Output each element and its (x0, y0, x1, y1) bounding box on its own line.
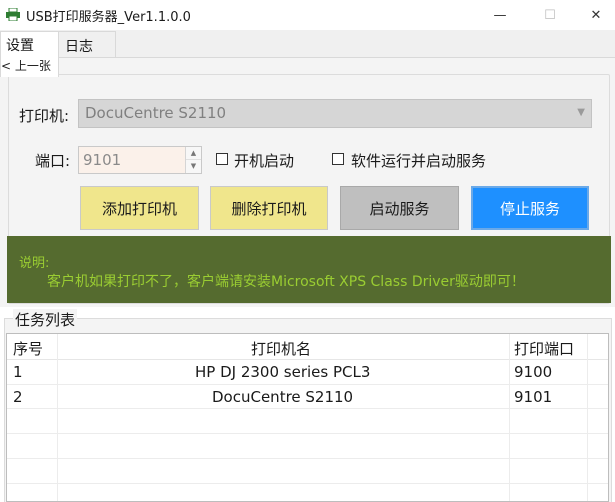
task-grid[interactable]: 序号 打印机名 打印端口 1 HP DJ 2300 series PCL3 91… (6, 333, 609, 502)
prev-item[interactable]: < 上一张 (1, 57, 51, 74)
row-divider (7, 384, 608, 385)
tab-log[interactable]: 日志 (58, 31, 116, 58)
tab-settings-label: 设置 (6, 38, 34, 54)
spin-down-icon[interactable]: ▼ (186, 160, 201, 173)
delete-printer-button[interactable]: 删除打印机 (210, 186, 328, 230)
printer-label: 打印机: (19, 107, 70, 125)
chevron-down-icon: ▼ (577, 107, 585, 118)
notice-text: 客户机如果打印不了，客户端请安装Microsoft XPS Class Driv… (47, 274, 525, 290)
spin-up-icon[interactable]: ▲ (186, 147, 201, 160)
close-button[interactable]: ✕ (573, 0, 615, 30)
title-bar: USB打印服务器_Ver1.1.0.0 — ☐ ✕ (0, 0, 615, 30)
column-header-port[interactable]: 打印端口 (514, 338, 574, 359)
start-service-button[interactable]: 启动服务 (340, 186, 459, 230)
port-label: 端口: (35, 152, 71, 170)
close-icon: ✕ (590, 7, 602, 23)
tasks-title: 任务列表 (13, 309, 78, 330)
notice-title: 说明: (19, 256, 50, 271)
row-divider (7, 433, 608, 434)
tab-log-label: 日志 (65, 39, 93, 55)
port-stepper[interactable]: 9101 ▲ ▼ (78, 146, 202, 174)
row-divider (7, 483, 608, 484)
stop-service-button[interactable]: 停止服务 (471, 186, 589, 230)
autostart-label: 开机启动 (234, 152, 295, 170)
column-divider (57, 334, 58, 501)
row-port: 9101 (514, 388, 553, 406)
port-value: 9101 (83, 151, 122, 169)
column-divider (509, 334, 510, 501)
maximize-button[interactable]: ☐ (527, 0, 573, 30)
minimize-icon: — (493, 7, 507, 23)
run-and-start-label: 软件运行并启动服务 (351, 152, 487, 170)
column-header-printer-name[interactable]: 打印机名 (251, 338, 311, 359)
row-index: 2 (13, 388, 23, 406)
prev-label: 上一张 (14, 59, 51, 73)
run-and-start-checkbox[interactable] (332, 153, 344, 165)
row-divider (7, 408, 608, 409)
column-divider (587, 334, 588, 501)
autostart-checkbox[interactable] (216, 153, 228, 165)
notice-box: 说明: 客户机如果打印不了，客户端请安装Microsoft XPS Class … (7, 236, 611, 303)
row-printer-name: HP DJ 2300 series PCL3 (195, 363, 371, 381)
row-index: 1 (13, 363, 23, 381)
port-spin-buttons: ▲ ▼ (185, 147, 201, 173)
window-title: USB打印服务器_Ver1.1.0.0 (26, 10, 191, 25)
row-printer-name: DocuCentre S2110 (212, 388, 354, 406)
printer-select-value: DocuCentre S2110 (85, 104, 227, 122)
add-printer-button[interactable]: 添加打印机 (80, 186, 199, 230)
column-header-index[interactable]: 序号 (13, 338, 43, 359)
tab-settings[interactable]: 设置 < 上一张 (0, 31, 59, 77)
maximize-icon: ☐ (544, 7, 556, 23)
printer-icon (6, 8, 20, 21)
minimize-button[interactable]: — (477, 0, 523, 30)
row-divider (7, 458, 608, 459)
row-port: 9100 (514, 363, 553, 381)
chevron-left-icon: < (1, 59, 12, 73)
printer-select[interactable]: DocuCentre S2110 ▼ (78, 99, 592, 128)
